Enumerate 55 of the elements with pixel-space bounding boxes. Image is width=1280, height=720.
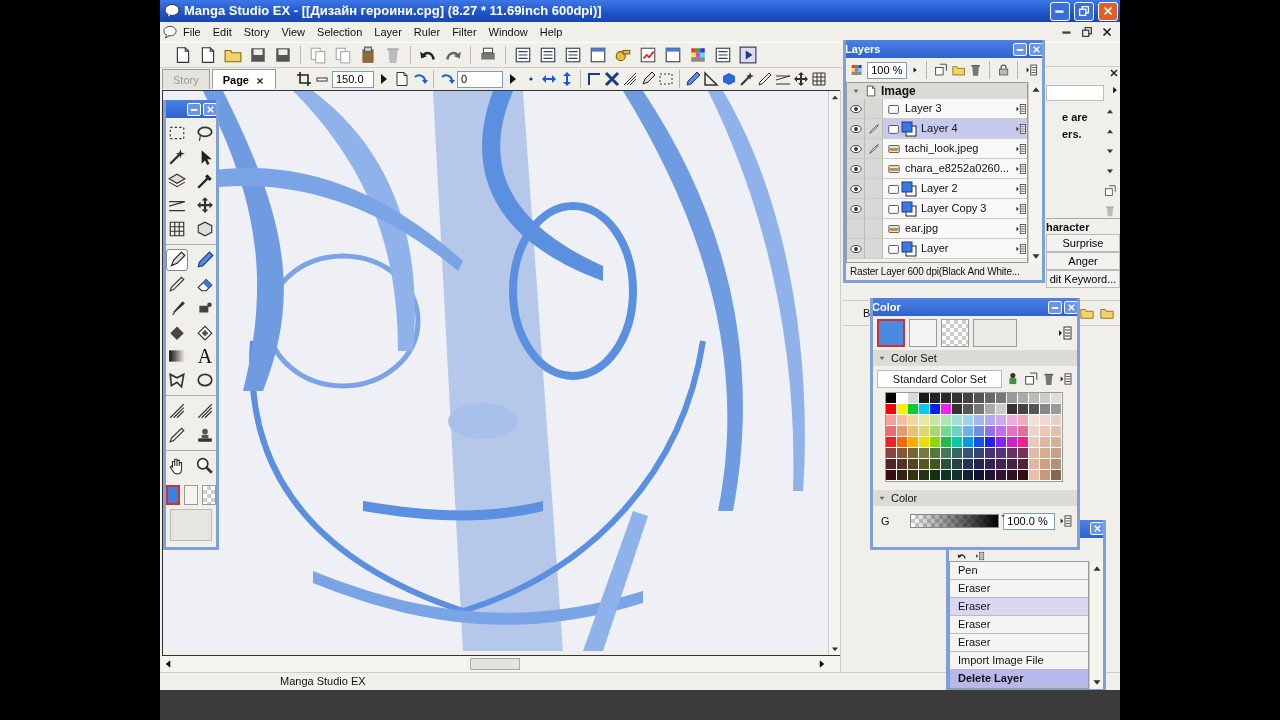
opacity-field[interactable]: 100 % [867,61,908,79]
layer-name: Layer 4 [920,121,959,137]
layer-row[interactable]: chara_e8252a0260... [847,159,1027,179]
panel-title: Color [873,299,902,315]
layer-row[interactable]: tachi_look.jpeg [847,139,1027,159]
layer-row[interactable]: Layer 3 [847,99,1027,119]
document-tab[interactable]: Page [211,69,276,89]
layer-name: Layer [920,241,950,257]
history-item[interactable]: Delete Layer [950,670,1088,688]
history-item[interactable]: Eraser [950,598,1088,616]
panel-title: Layers [846,41,882,57]
keyword-button[interactable]: Surprise [1046,234,1120,252]
layer-row[interactable]: Layer [847,239,1027,259]
section-header: Color [891,490,918,506]
menu-item[interactable]: Selection [311,23,369,41]
color-set-dropdown[interactable]: Standard Color Set [877,370,1003,388]
menu-item[interactable]: File [177,23,207,41]
history-item[interactable]: Eraser [950,634,1088,652]
channel-label: G [881,513,890,529]
panel-label: B [863,305,871,321]
layer-name: ear.jpg [904,221,940,237]
menu-item[interactable]: Window [482,23,534,41]
edit-keyword-button[interactable]: dit Keyword... [1046,270,1120,288]
history-item[interactable]: Eraser [950,580,1088,598]
menu-item[interactable]: Filter [446,23,483,41]
layer-name: Layer Copy 3 [920,201,988,217]
description-text: e are [1062,110,1089,125]
layer-row[interactable]: Layer 4 [847,119,1027,139]
layer-info: Raster Layer 600 dpi(Black And White... [849,265,1021,279]
layer-name: Layer 2 [920,181,959,197]
history-item[interactable]: Eraser [950,616,1088,634]
layer-name: tachi_look.jpeg [904,141,980,157]
rotate-field[interactable]: 0 [457,70,503,88]
menu-item[interactable]: Layer [368,23,408,41]
menu-item[interactable]: Ruler [407,23,447,41]
status-text: Manga Studio EX [280,674,366,690]
history-item[interactable]: Pen [950,562,1088,580]
percent-field[interactable]: 100.0 % [1003,512,1056,530]
menu-item[interactable]: Edit [206,23,238,41]
description-text: ers. [1062,126,1083,142]
layer-row[interactable]: Layer 2 [847,179,1027,199]
layer-name: chara_e8252a0260... [904,161,1010,177]
menu-item[interactable]: View [275,23,312,41]
zoom-field[interactable]: 150.0 [332,70,374,88]
section-header: Color Set [891,350,937,366]
menu-item[interactable]: Story [237,23,276,41]
history-item[interactable]: Import Image File [950,652,1088,670]
keyword-button[interactable]: Anger [1046,252,1120,270]
text-tool[interactable]: A [194,345,216,367]
menu-item[interactable]: Help [533,23,569,41]
layer-row[interactable]: ear.jpg [847,219,1027,239]
layer-name: Layer 3 [904,101,943,117]
layer-row[interactable]: Layer Copy 3 [847,199,1027,219]
window-title: Manga Studio EX - [[Дизайн героини.cpg] (8.27 * 11.69inch 600dpi)] [184,2,603,21]
group-name: Image [881,83,916,100]
